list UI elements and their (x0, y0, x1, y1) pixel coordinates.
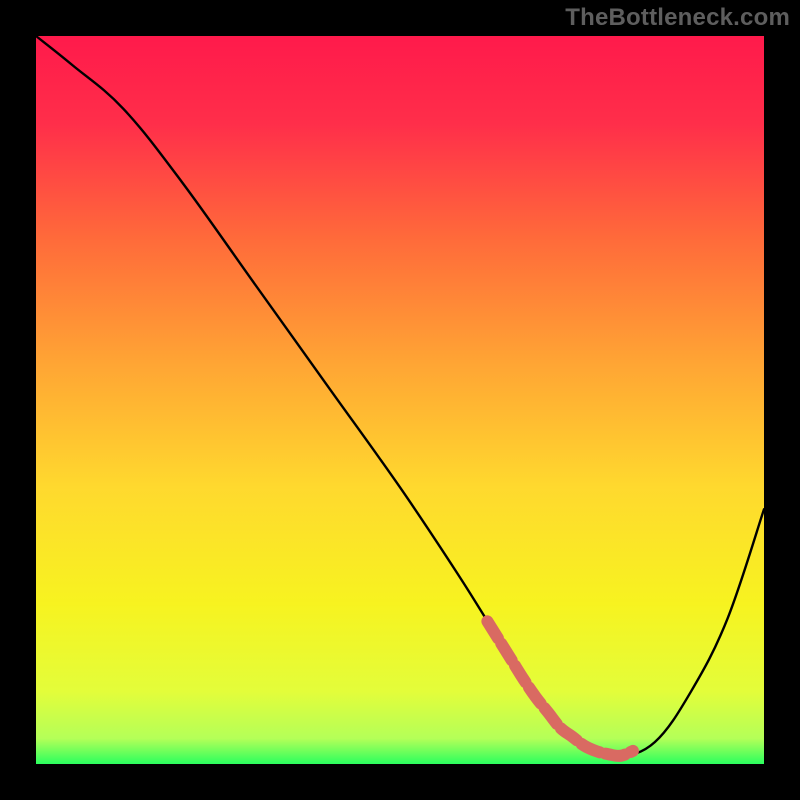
chart-svg (0, 0, 800, 800)
chart-canvas: TheBottleneck.com (0, 0, 800, 800)
plot-area-rect (36, 36, 764, 764)
